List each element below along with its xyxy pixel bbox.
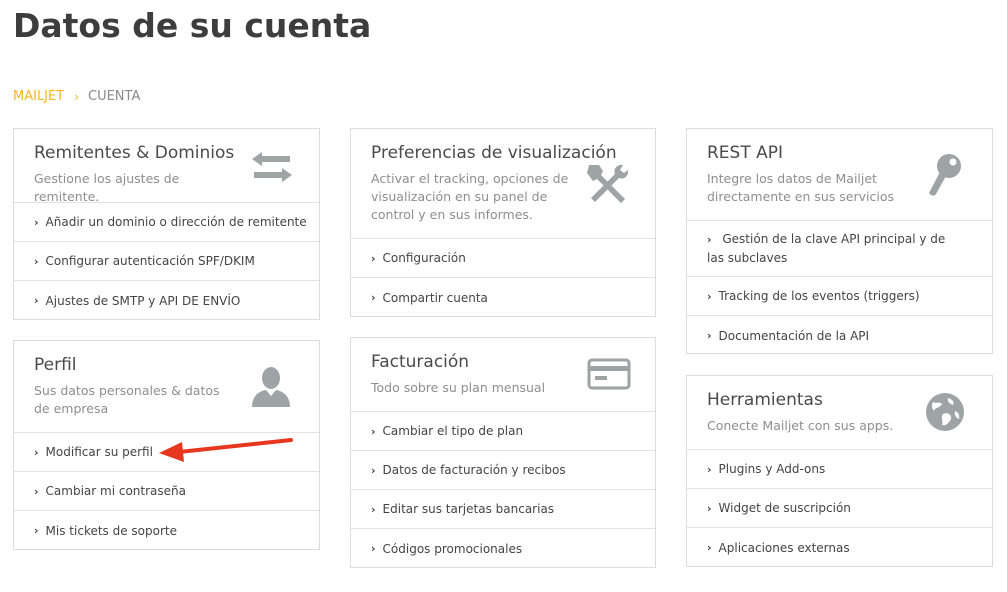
arrows-exchange-icon <box>252 152 292 182</box>
card-senders-title: Remitentes & Dominios <box>34 143 235 163</box>
card-restapi: REST API Integre los datos de Mailjet di… <box>686 128 993 354</box>
card-display-header: Preferencias de visualización Activar el… <box>351 129 655 239</box>
card-senders-item-smtp-api[interactable]: › Ajustes de SMTP y API DE ENVÍO <box>14 281 319 320</box>
card-restapi-desc: Integre los datos de Mailjet directament… <box>707 171 894 204</box>
card-profile-item-support-tickets[interactable]: › Mis tickets de soporte <box>14 511 319 550</box>
card-display-title: Preferencias de visualización <box>371 143 617 163</box>
chevron-right-icon: › <box>371 291 376 304</box>
chevron-right-icon: › <box>34 294 39 307</box>
card-billing-desc: Todo sobre su plan mensual <box>371 380 546 395</box>
card-profile-item-label: Mis tickets de soporte <box>45 523 178 538</box>
card-tools-item-widget[interactable]: › Widget de suscripción <box>687 489 992 528</box>
card-billing-item-label: Códigos promocionales <box>382 541 523 556</box>
card-billing-item-billing-data[interactable]: › Datos de facturación y recibos <box>351 451 655 490</box>
card-tools-header: Herramientas Conecte Mailjet con sus app… <box>687 376 992 450</box>
card-senders-header: Remitentes & Dominios Gestione los ajust… <box>14 129 319 204</box>
breadcrumb-chevron-icon: › <box>74 89 79 104</box>
chevron-right-icon: › <box>371 463 376 477</box>
card-tools-item-external-apps[interactable]: › Aplicaciones externas <box>687 528 992 567</box>
chevron-right-icon: › <box>34 524 39 537</box>
chevron-right-icon: › <box>34 254 39 268</box>
card-restapi-header: REST API Integre los datos de Mailjet di… <box>687 129 992 221</box>
card-tools-item-plugins[interactable]: › Plugins y Add-ons <box>687 450 992 489</box>
card-restapi-item-label: › Gestión de la clave API principal y de… <box>707 230 957 267</box>
chevron-right-icon: › <box>707 233 712 246</box>
chevron-right-icon: › <box>34 215 39 229</box>
card-senders-item-spf-dkim[interactable]: › Configurar autenticación SPF/DKIM <box>14 242 319 281</box>
card-senders-item-add-domain[interactable]: › Añadir un dominio o dirección de remit… <box>14 203 319 242</box>
chevron-right-icon: › <box>707 541 712 554</box>
card-tools-item-label: Plugins y Add-ons <box>718 462 826 476</box>
chevron-right-icon: › <box>707 329 712 342</box>
annotation-arrow-icon <box>159 438 293 462</box>
card-profile-item-change-password[interactable]: › Cambiar mi contraseña <box>14 472 319 511</box>
card-restapi-item-label: Documentación de la API <box>718 328 870 343</box>
card-billing-item-promo-codes[interactable]: › Códigos promocionales <box>351 529 655 568</box>
tools-icon <box>587 164 629 203</box>
card-profile-item-label: Modificar su perfil <box>45 445 153 459</box>
card-profile-title: Perfil <box>34 355 77 375</box>
card-senders-item-label: Configurar autenticación SPF/DKIM <box>45 254 255 268</box>
chevron-right-icon: › <box>34 484 39 498</box>
globe-icon <box>926 393 964 431</box>
breadcrumb: MAILJET › CUENTA <box>13 89 140 104</box>
chevron-right-icon: › <box>34 445 39 459</box>
card-restapi-title: REST API <box>707 143 784 163</box>
chevron-right-icon: › <box>371 502 376 516</box>
card-display-item-share-account[interactable]: › Compartir cuenta <box>351 278 655 317</box>
card-display-item-label: Compartir cuenta <box>382 290 488 305</box>
card-tools-title: Herramientas <box>707 390 823 410</box>
card-billing-item-change-plan[interactable]: › Cambiar el tipo de plan <box>351 412 655 451</box>
card-tools-desc: Conecte Mailjet con sus apps. <box>707 418 894 433</box>
card-senders-item-label: Ajustes de SMTP y API DE ENVÍO <box>45 293 241 308</box>
card-display-item-configuration[interactable]: › Configuración <box>351 239 655 278</box>
card-senders: Remitentes & Dominios Gestione los ajust… <box>13 128 320 320</box>
chevron-right-icon: › <box>707 289 712 303</box>
card-billing-item-label: Cambiar el tipo de plan <box>382 424 524 438</box>
card-billing-header: Facturación Todo sobre su plan mensual <box>351 338 655 412</box>
card-tools: Herramientas Conecte Mailjet con sus app… <box>686 375 993 567</box>
chevron-right-icon: › <box>707 462 712 476</box>
breadcrumb-current: CUENTA <box>88 89 141 104</box>
card-restapi-item-event-tracking[interactable]: › Tracking de los eventos (triggers) <box>687 277 992 316</box>
card-profile-desc: Sus datos personales & datos de empresa <box>34 383 220 416</box>
page-title: Datos de su cuenta <box>13 6 372 45</box>
chevron-right-icon: › <box>707 501 712 515</box>
card-senders-item-label: Añadir un dominio o dirección de remiten… <box>45 215 307 229</box>
card-billing-item-label: Editar sus tarjetas bancarias <box>382 502 555 516</box>
card-restapi-item-api-docs[interactable]: › Documentación de la API <box>687 316 992 355</box>
card-restapi-item-text: Gestión de la clave API principal y de l… <box>707 232 946 265</box>
card-profile-header: Perfil Sus datos personales & datos de e… <box>14 341 319 433</box>
card-display-item-label: Configuración <box>382 251 466 265</box>
breadcrumb-root-link[interactable]: MAILJET <box>13 89 64 104</box>
card-display: Preferencias de visualización Activar el… <box>350 128 656 317</box>
card-restapi-item-label: Tracking de los eventos (triggers) <box>718 289 920 303</box>
key-icon <box>929 154 961 196</box>
card-restapi-item-api-keys[interactable]: › Gestión de la clave API principal y de… <box>687 221 992 277</box>
chevron-right-icon: › <box>371 251 376 265</box>
card-profile-item-label: Cambiar mi contraseña <box>45 484 186 498</box>
credit-card-icon <box>587 358 631 390</box>
card-tools-item-label: Widget de suscripción <box>718 501 851 515</box>
card-billing-title: Facturación <box>371 352 470 372</box>
chevron-right-icon: › <box>371 424 376 438</box>
card-senders-desc: Gestione los ajustes de remitente. <box>34 171 180 204</box>
card-display-desc: Activar el tracking, opciones de visuali… <box>371 171 569 222</box>
chevron-right-icon: › <box>371 542 376 555</box>
card-billing-item-label: Datos de facturación y recibos <box>382 463 566 477</box>
card-billing-item-edit-cards[interactable]: › Editar sus tarjetas bancarias <box>351 490 655 529</box>
card-tools-item-label: Aplicaciones externas <box>718 540 850 555</box>
card-billing: Facturación Todo sobre su plan mensual ›… <box>350 337 656 568</box>
user-icon <box>252 367 290 407</box>
